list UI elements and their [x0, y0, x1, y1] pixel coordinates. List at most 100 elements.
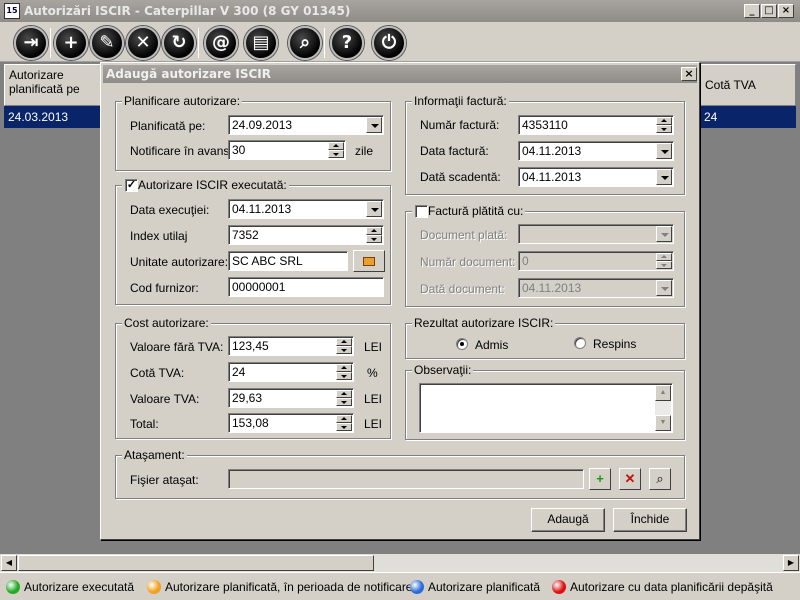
planned-date-label: Planificată pe: — [130, 119, 206, 133]
attached-file-label: Fişier ataşat: — [130, 473, 199, 487]
maximize-button[interactable]: □ — [761, 4, 777, 18]
value-without-vat-stepper[interactable]: 123,45 — [228, 336, 354, 356]
horizontal-scrollbar[interactable]: ◀ ▶ — [0, 554, 800, 572]
chevron-down-icon[interactable] — [656, 226, 672, 242]
legend-notification: Autorizare planificată, în perioada de n… — [165, 580, 413, 594]
email-button[interactable]: @ — [204, 26, 238, 60]
close-button[interactable]: Închide — [613, 508, 687, 532]
execution-date-field[interactable]: 04.11.2013 — [228, 199, 384, 219]
status-legend: Autorizare executată Autorizare planific… — [0, 572, 800, 600]
attached-file-field[interactable] — [228, 469, 584, 489]
chevron-down-icon[interactable] — [366, 201, 382, 217]
spinner-icon[interactable] — [336, 364, 352, 380]
due-date-field[interactable]: 04.11.2013 — [518, 167, 674, 187]
spinner-icon[interactable] — [336, 338, 352, 354]
vat-rate-label: Cotă TVA: — [130, 366, 185, 380]
window-title-bar[interactable]: 15 Autorizări ISCIR - Caterpillar V 300 … — [0, 0, 800, 22]
refresh-button[interactable]: ↻ — [162, 26, 196, 60]
planning-group: Planificare autorizare: Planificată pe: … — [115, 94, 391, 171]
result-group-title: Rezultat autorizare ISCIR: — [412, 316, 556, 330]
admitted-radio[interactable] — [456, 338, 468, 350]
paid-invoice-checkbox[interactable] — [415, 205, 428, 218]
observations-scrollbar[interactable]: ▲ ▼ — [655, 385, 671, 431]
planning-group-title: Planificare autorizare: — [122, 94, 243, 108]
chevron-down-icon[interactable] — [366, 117, 382, 133]
print-button[interactable]: ▤ — [244, 26, 278, 60]
vat-rate-stepper[interactable]: 24 — [228, 362, 354, 382]
toolbar-separator — [324, 28, 325, 58]
equipment-index-stepper[interactable]: 7352 — [228, 225, 384, 245]
refresh-icon: ↻ — [171, 32, 187, 53]
authorizing-unit-field[interactable]: SC ABC SRL — [228, 251, 348, 271]
total-stepper[interactable]: 153,08 — [228, 413, 354, 433]
invoice-date-label: Data factură: — [420, 144, 489, 158]
document-date-field[interactable]: 04.11.2013 — [518, 278, 674, 298]
edit-button[interactable]: ✎ — [90, 26, 124, 60]
scroll-left-button[interactable]: ◀ — [1, 555, 17, 571]
legend-dot-executed — [6, 580, 20, 594]
remove-attachment-button[interactable]: ✕ — [619, 468, 641, 490]
observations-textarea[interactable]: ▲ ▼ — [419, 383, 673, 433]
notification-days-stepper[interactable]: 30 — [228, 140, 346, 160]
spinner-icon[interactable] — [336, 390, 352, 406]
app-icon: 15 — [4, 3, 20, 19]
observations-group: Observaţii: ▲ ▼ — [405, 363, 685, 440]
add-button[interactable]: Adaugă — [531, 508, 605, 532]
legend-planned: Autorizare planificată — [428, 580, 541, 594]
delete-button[interactable]: ✕ — [126, 26, 160, 60]
chevron-down-icon[interactable] — [656, 169, 672, 185]
power-button[interactable]: ⏻ — [372, 26, 406, 60]
add-attachment-button[interactable]: + — [589, 468, 611, 490]
grid-selected-row-date[interactable]: 24.03.2013 — [4, 106, 100, 128]
dialog-close-button[interactable]: × — [681, 67, 697, 81]
grid-selected-row-vat[interactable]: 24 — [700, 106, 796, 128]
executed-checkbox[interactable]: ✓ — [125, 179, 138, 192]
paid-invoice-group: Factură plătită cu: Document plată: Numă… — [405, 204, 685, 307]
spinner-icon[interactable] — [328, 142, 344, 158]
notification-unit: zile — [355, 144, 374, 158]
scroll-up-icon[interactable]: ▲ — [655, 385, 671, 401]
invoice-date-field[interactable]: 04.11.2013 — [518, 141, 674, 161]
window-title: Autorizări ISCIR - Caterpillar V 300 (8 … — [24, 4, 351, 18]
spinner-icon[interactable] — [656, 117, 672, 133]
view-attachment-button[interactable]: ⌕ — [649, 468, 671, 490]
admitted-label[interactable]: Admis — [475, 338, 508, 352]
add-file-icon: + — [596, 471, 604, 486]
spinner-icon[interactable] — [336, 415, 352, 431]
edit-icon: ✎ — [99, 32, 115, 53]
spinner-icon[interactable] — [656, 253, 672, 269]
execution-date-label: Data execuţiei: — [130, 203, 210, 217]
help-button[interactable]: ? — [330, 26, 364, 60]
spinner-icon[interactable] — [366, 227, 382, 243]
planned-date-field[interactable]: 24.09.2013 — [228, 115, 384, 135]
invoice-number-stepper[interactable]: 4353110 — [518, 115, 674, 135]
help-icon: ? — [341, 32, 353, 53]
chevron-down-icon[interactable] — [656, 143, 672, 159]
close-window-button[interactable]: × — [778, 4, 794, 18]
exit-button[interactable]: ⇥ — [14, 26, 48, 60]
legend-dot-planned — [410, 580, 424, 594]
value-without-vat-unit: LEI — [364, 340, 383, 354]
supplier-code-field[interactable]: 00000001 — [228, 277, 384, 297]
payment-document-field[interactable] — [518, 224, 674, 244]
chevron-down-icon[interactable] — [656, 280, 672, 296]
scroll-thumb[interactable] — [18, 555, 374, 571]
dialog-title-bar[interactable]: Adaugă autorizare ISCIR × — [103, 65, 697, 83]
scroll-right-button[interactable]: ▶ — [783, 555, 799, 571]
attachment-group: Ataşament: Fişier ataşat: + ✕ ⌕ — [115, 448, 685, 499]
scroll-down-icon[interactable]: ▼ — [655, 415, 671, 431]
list-picker-icon — [363, 257, 375, 267]
rejected-label[interactable]: Respins — [593, 337, 636, 351]
notification-label: Notificare în avans: — [130, 144, 233, 158]
unit-picker-button[interactable] — [353, 250, 385, 272]
minimize-button[interactable]: _ — [744, 4, 760, 18]
document-number-stepper[interactable]: 0 — [518, 251, 674, 271]
rejected-radio[interactable] — [574, 337, 586, 349]
attachment-group-title: Ataşament: — [122, 448, 187, 462]
column-header-planned-date[interactable]: Autorizare planificată pe — [4, 64, 104, 106]
search-icon: ⌕ — [299, 32, 311, 53]
column-header-vat-rate[interactable]: Cotă TVA — [700, 64, 796, 106]
add-button[interactable]: + — [54, 26, 88, 60]
vat-value-stepper[interactable]: 29,63 — [228, 388, 354, 408]
search-button[interactable]: ⌕ — [288, 26, 322, 60]
